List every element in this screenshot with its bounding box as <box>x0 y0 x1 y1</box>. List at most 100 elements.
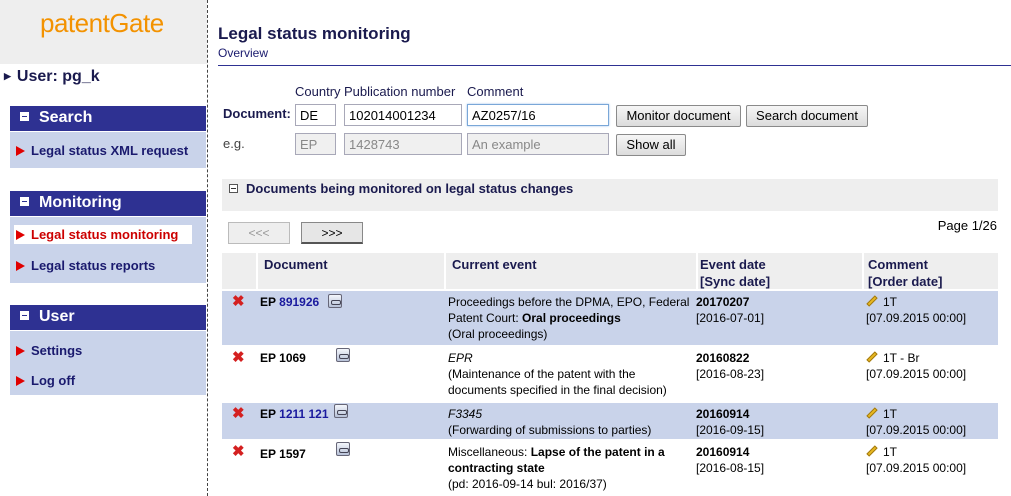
header-comment[interactable]: Comment [Order date] <box>868 256 942 290</box>
sidebar-item-legal-status-reports[interactable]: Legal status reports <box>16 258 155 273</box>
monitoring-section-panel: Legal status monitoring Legal status rep… <box>10 217 206 283</box>
publication-number-example-input <box>344 133 462 155</box>
pencil-icon[interactable] <box>866 351 878 363</box>
document-prefix: EP <box>260 351 276 365</box>
table-row: ✖ EP 1597 Miscellaneous: Lapse of the pa… <box>222 441 998 496</box>
document-number[interactable]: EP 1597 <box>260 446 306 462</box>
sidebar-item-label: Legal status XML request <box>31 143 189 158</box>
sidebar-item-legal-status-monitoring[interactable]: Legal status monitoring <box>14 225 193 244</box>
page-subtitle: Overview <box>218 46 269 60</box>
event-date: 20170207 <box>696 295 750 309</box>
event-description: (pd: 2016-09-14 bul: 2016/37) <box>448 477 607 491</box>
user-section-title: User <box>39 308 75 325</box>
delete-icon[interactable]: ✖ <box>232 348 245 366</box>
event-date-cell: 20170207 [2016-07-01] <box>696 294 764 326</box>
document-icon[interactable] <box>336 348 350 362</box>
publication-number-input[interactable] <box>344 104 462 126</box>
header-document[interactable]: Document <box>264 256 328 273</box>
table-row: ✖ EP 891926 Proceedings before the DPMA,… <box>222 291 998 345</box>
header-event-date[interactable]: Event date [Sync date] <box>700 256 770 290</box>
column-divider <box>444 253 446 289</box>
comment-cell: 1T - Br [07.09.2015 00:00] <box>866 350 966 382</box>
sidebar-item-log-off[interactable]: Log off <box>16 373 75 388</box>
monitored-section-header: Documents being monitored on legal statu… <box>222 179 998 211</box>
search-section-title: Search <box>39 109 93 126</box>
delete-icon[interactable]: ✖ <box>232 442 245 460</box>
example-label: e.g. <box>223 136 245 151</box>
comment-input[interactable] <box>467 104 609 126</box>
comment-cell: 1T [07.09.2015 00:00] <box>866 294 966 326</box>
current-event: Proceedings before the DPMA, EPO, Federa… <box>448 294 693 342</box>
document-icon[interactable] <box>336 442 350 456</box>
comment-label: Comment <box>467 84 524 99</box>
table-header-row: Document Current event Event date [Sync d… <box>222 253 998 289</box>
logo-area: patentGate <box>0 0 207 64</box>
event-date-cell: 20160914 [2016-08-15] <box>696 444 764 476</box>
event-date: 20160914 <box>696 445 750 459</box>
sync-date: [2016-09-15] <box>696 423 765 437</box>
column-divider <box>256 253 258 289</box>
event-date: 20160822 <box>696 351 750 365</box>
publication-number-label: Publication number <box>344 84 456 99</box>
event-code: F3345 <box>448 407 483 421</box>
search-document-button[interactable]: Search document <box>746 105 868 127</box>
document-link[interactable]: 1211 121 <box>279 407 328 421</box>
comment-text: 1T <box>883 407 898 421</box>
document-icon[interactable] <box>328 294 342 308</box>
user-section-header: User <box>10 305 206 330</box>
document-number[interactable]: EP 1069 <box>260 350 306 366</box>
sidebar: patentGate ▶ User: pg_k Search Legal stat… <box>0 0 208 496</box>
document-number-text: 1069 <box>279 351 306 365</box>
collapse-section-icon[interactable] <box>229 184 238 193</box>
collapse-icon[interactable] <box>18 309 31 322</box>
comment-text: 1T <box>883 295 898 309</box>
document-label: Document: <box>223 106 291 121</box>
column-divider <box>696 253 698 289</box>
document-prefix: EP <box>260 447 276 461</box>
order-date: [07.09.2015 00:00] <box>866 367 967 381</box>
sidebar-item-legal-status-xml-request[interactable]: Legal status XML request <box>16 143 188 158</box>
header-current-event[interactable]: Current event <box>452 256 537 273</box>
arrow-icon <box>16 376 25 386</box>
delete-icon[interactable]: ✖ <box>232 292 245 310</box>
search-section-panel: Legal status XML request <box>10 132 206 168</box>
current-event: Miscellaneous: Lapse of the patent in a … <box>448 444 693 492</box>
patentgate-logo[interactable]: patentGate <box>40 8 164 39</box>
table-row: ✖ EP 1069 EPR (Maintenance of the patent … <box>222 347 998 401</box>
sidebar-item-label: Legal status reports <box>31 258 156 273</box>
comment-text: 1T - Br <box>883 351 920 365</box>
sidebar-item-label: Log off <box>31 373 76 388</box>
document-prefix: EP <box>260 295 276 309</box>
document-link[interactable]: 891926 <box>279 295 319 309</box>
event-date-cell: 20160914 [2016-09-15] <box>696 406 764 438</box>
comment-example-input <box>467 133 609 155</box>
document-icon[interactable] <box>334 404 348 418</box>
header-sync-date-label: [Sync date] <box>700 274 771 289</box>
next-page-button[interactable]: >>> <box>301 222 363 244</box>
pencil-icon[interactable] <box>866 295 878 307</box>
sidebar-item-settings[interactable]: Settings <box>16 343 82 358</box>
previous-page-button[interactable]: <<< <box>228 222 290 244</box>
collapse-icon[interactable] <box>18 110 31 123</box>
page-indicator: Page 1/26 <box>937 218 997 233</box>
document-number[interactable]: EP 891926 <box>260 294 319 310</box>
document-number[interactable]: EP 1211 121 <box>260 406 329 422</box>
arrow-icon <box>16 146 25 156</box>
event-text: Miscellaneous: <box>448 445 531 459</box>
event-description: (Forwarding of submissions to parties) <box>448 423 652 437</box>
collapse-icon[interactable] <box>18 195 31 208</box>
pencil-icon[interactable] <box>866 445 878 457</box>
comment-cell: 1T [07.09.2015 00:00] <box>866 444 966 476</box>
delete-icon[interactable]: ✖ <box>232 404 245 422</box>
show-all-button[interactable]: Show all <box>616 134 686 156</box>
event-description: (Maintenance of the patent with the docu… <box>448 367 667 397</box>
document-prefix: EP <box>260 407 276 421</box>
page-root: patentGate ▶ User: pg_k Search Legal stat… <box>0 0 1011 496</box>
column-divider <box>862 253 864 289</box>
country-input[interactable] <box>295 104 336 126</box>
search-section-header: Search <box>10 106 206 131</box>
pencil-icon[interactable] <box>866 407 878 419</box>
triangle-icon: ▶ <box>4 71 11 81</box>
user-label: User: pg_k <box>16 68 100 85</box>
monitor-document-button[interactable]: Monitor document <box>616 105 741 127</box>
